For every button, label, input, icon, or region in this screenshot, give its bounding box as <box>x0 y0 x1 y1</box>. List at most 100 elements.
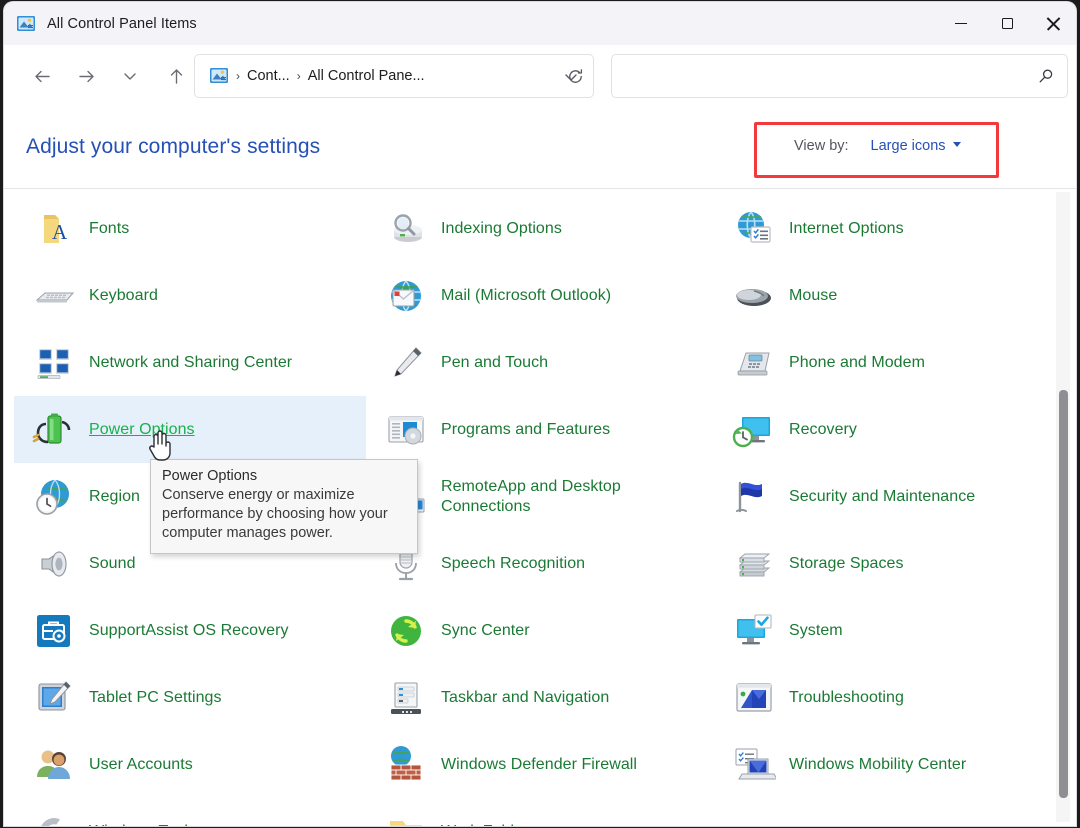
item-label: Windows Mobility Center <box>789 755 966 775</box>
tablet-pc-icon <box>32 676 76 720</box>
search-icon[interactable] <box>1029 59 1063 93</box>
mobility-center-icon <box>732 743 776 787</box>
item-label: Network and Sharing Center <box>89 353 292 373</box>
item-label: Indexing Options <box>441 219 562 239</box>
control-panel-icon <box>16 15 36 33</box>
control-panel-item-system[interactable]: System <box>714 597 1059 664</box>
control-panel-item-pen-and-touch[interactable]: Pen and Touch <box>366 329 714 396</box>
item-label: Sound <box>89 554 136 574</box>
security-maintenance-icon <box>732 475 776 519</box>
pen-touch-icon <box>384 341 428 385</box>
item-label: Region <box>89 487 140 507</box>
item-label: Speech Recognition <box>441 554 585 574</box>
control-panel-item-phone-and-modem[interactable]: Phone and Modem <box>714 329 1059 396</box>
control-panel-item-windows-mobility-center[interactable]: Windows Mobility Center <box>714 731 1059 798</box>
vertical-scrollbar-thumb[interactable] <box>1059 390 1068 798</box>
back-button[interactable] <box>25 59 59 93</box>
item-label: Mouse <box>789 286 837 306</box>
page-title: Adjust your computer's settings <box>26 135 320 159</box>
item-label: RemoteApp and Desktop Connections <box>441 477 708 516</box>
sound-icon <box>32 542 76 586</box>
mouse-icon <box>732 274 776 318</box>
window-title: All Control Panel Items <box>47 16 197 32</box>
supportassist-icon <box>32 609 76 653</box>
indexing-options-icon <box>384 207 428 251</box>
item-label: System <box>789 621 843 641</box>
work-folders-icon <box>384 810 428 827</box>
control-panel-item-windows-defender-firewall[interactable]: Windows Defender Firewall <box>366 731 714 798</box>
user-accounts-icon <box>32 743 76 787</box>
control-panel-item-tablet-pc-settings[interactable]: Tablet PC Settings <box>14 664 366 731</box>
control-panel-item-speech-recognition[interactable]: Speech Recognition <box>366 530 714 597</box>
view-by-control: View by: Large icons <box>794 138 961 154</box>
minimize-icon <box>955 23 967 25</box>
control-panel-item-remoteapp-and-desktop-connections[interactable]: RemoteApp and Desktop Connections <box>366 463 714 530</box>
breadcrumb-item-1[interactable]: All Control Pane... <box>308 68 425 84</box>
control-panel-item-mouse[interactable]: Mouse <box>714 262 1059 329</box>
item-label: User Accounts <box>89 755 193 775</box>
control-panel-item-windows-tools[interactable]: Windows Tools <box>14 798 366 826</box>
control-panel-item-power-options[interactable]: Power Options <box>14 396 366 463</box>
chevron-down-icon[interactable] <box>953 142 961 147</box>
item-label: Sync Center <box>441 621 530 641</box>
breadcrumb-separator-1: › <box>236 69 240 83</box>
maximize-icon <box>1002 18 1013 29</box>
recent-locations-button[interactable] <box>113 59 147 93</box>
item-label: Troubleshooting <box>789 688 904 708</box>
control-panel-item-keyboard[interactable]: Keyboard <box>14 262 366 329</box>
phone-modem-icon <box>732 341 776 385</box>
view-by-label: View by: <box>794 138 849 154</box>
control-panel-item-storage-spaces[interactable]: Storage Spaces <box>714 530 1059 597</box>
control-panel-item-work-folders[interactable]: Work Folders <box>366 798 714 826</box>
address-bar[interactable]: › Cont... › All Control Pane... <box>194 54 594 98</box>
control-panel-item-user-accounts[interactable]: User Accounts <box>14 731 366 798</box>
fonts-icon: A <box>32 207 76 251</box>
control-panel-item-mail[interactable]: Mail (Microsoft Outlook) <box>366 262 714 329</box>
control-panel-item-recovery[interactable]: Recovery <box>714 396 1059 463</box>
keyboard-icon <box>32 274 76 318</box>
close-icon <box>1046 17 1060 31</box>
maximize-button[interactable] <box>984 2 1030 45</box>
control-panel-item-sync-center[interactable]: Sync Center <box>366 597 714 664</box>
control-panel-item-taskbar-and-navigation[interactable]: Taskbar and Navigation <box>366 664 714 731</box>
search-box[interactable] <box>611 54 1068 98</box>
minimize-button[interactable] <box>938 2 984 45</box>
close-button[interactable] <box>1030 2 1076 45</box>
item-label: Power Options <box>89 420 195 440</box>
control-panel-item-indexing-options[interactable]: Indexing Options <box>366 195 714 262</box>
control-panel-window: All Control Panel Items <box>4 2 1076 826</box>
view-by-value[interactable]: Large icons <box>871 138 946 154</box>
breadcrumb-item-0[interactable]: Cont... <box>247 68 290 84</box>
tooltip-body: Conserve energy or maximize performance … <box>162 486 407 543</box>
tooltip: Power Options Conserve energy or maximiz… <box>150 459 418 554</box>
control-panel-item-internet-options[interactable]: Internet Options <box>714 195 1059 262</box>
control-panel-item-network-and-sharing-center[interactable]: Network and Sharing Center <box>14 329 366 396</box>
control-panel-item-programs-and-features[interactable]: Programs and Features <box>366 396 714 463</box>
region-icon <box>32 475 76 519</box>
item-label: Programs and Features <box>441 420 610 440</box>
control-panel-item-supportassist-os-recovery[interactable]: SupportAssist OS Recovery <box>14 597 366 664</box>
item-label: Keyboard <box>89 286 158 306</box>
item-label: Windows Tools <box>89 822 196 826</box>
control-panel-item-troubleshooting[interactable]: Troubleshooting <box>714 664 1059 731</box>
item-label: SupportAssist OS Recovery <box>89 621 289 641</box>
recovery-icon <box>732 408 776 452</box>
item-label: Mail (Microsoft Outlook) <box>441 286 611 306</box>
refresh-button[interactable] <box>558 59 592 93</box>
system-icon <box>732 609 776 653</box>
item-label: Security and Maintenance <box>789 487 975 507</box>
window-controls <box>938 2 1076 45</box>
item-label: Work Folders <box>441 822 536 826</box>
breadcrumb-control-panel-icon <box>209 67 229 85</box>
up-button[interactable] <box>159 59 193 93</box>
control-panel-item-security-and-maintenance[interactable]: Security and Maintenance <box>714 463 1059 530</box>
control-panel-item-fonts[interactable]: A Fonts <box>14 195 366 262</box>
item-label: Taskbar and Navigation <box>441 688 609 708</box>
search-input[interactable] <box>624 68 1029 84</box>
programs-features-icon <box>384 408 428 452</box>
internet-options-icon <box>732 207 776 251</box>
tooltip-title: Power Options <box>162 467 407 486</box>
troubleshooting-icon <box>732 676 776 720</box>
item-label: Phone and Modem <box>789 353 925 373</box>
forward-button[interactable] <box>69 59 103 93</box>
